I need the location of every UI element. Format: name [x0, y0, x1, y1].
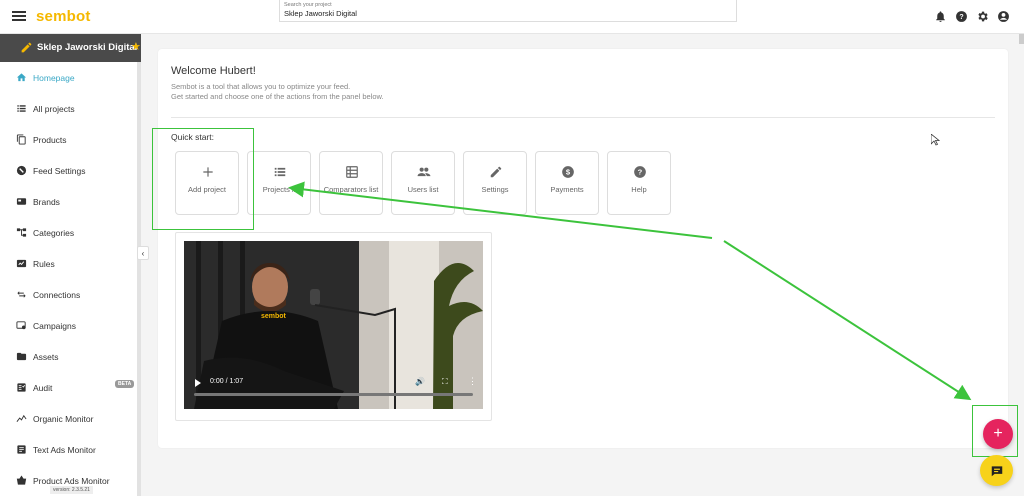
- add-button[interactable]: +: [983, 419, 1013, 449]
- chat-icon: [991, 465, 1002, 476]
- annotation-arrows: [288, 181, 972, 401]
- chat-button[interactable]: [980, 455, 1013, 486]
- mouse-cursor-icon: [931, 134, 940, 146]
